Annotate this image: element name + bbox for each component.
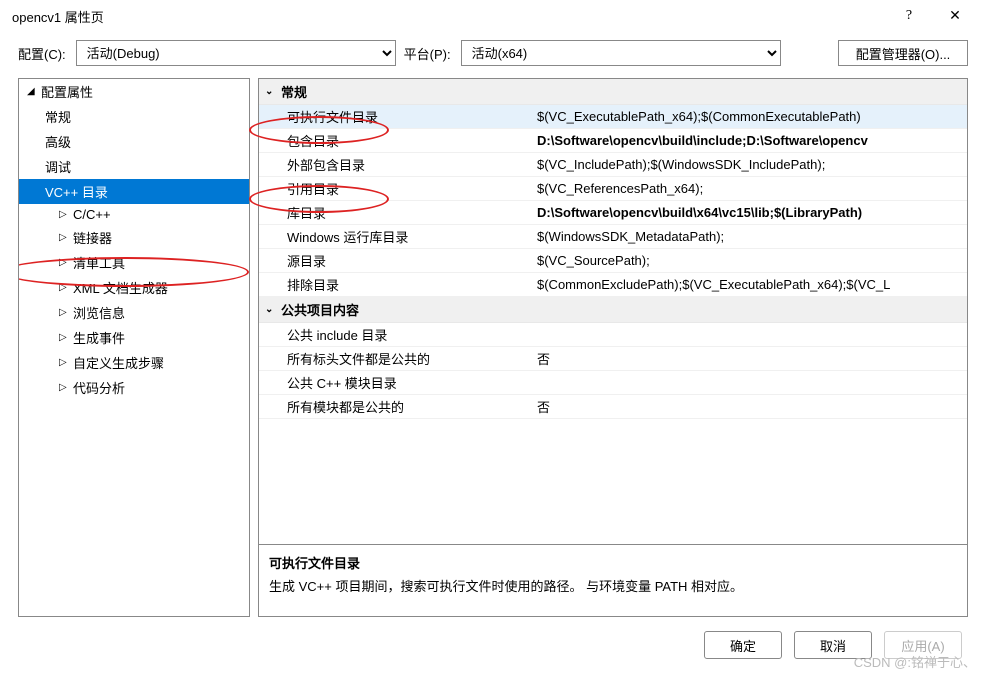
property-name: 源目录 — [287, 251, 537, 270]
property-group-header[interactable]: ⌄公共项目内容 — [259, 297, 967, 323]
property-grid: ⌄常规可执行文件目录$(VC_ExecutablePath_x64);$(Com… — [258, 78, 968, 617]
property-name: 可执行文件目录 — [287, 107, 537, 126]
dialog-buttons: 确定 取消 应用(A) — [0, 617, 986, 677]
tree-item-label: C/C++ — [73, 207, 111, 222]
property-group-header[interactable]: ⌄常规 — [259, 79, 967, 105]
property-name: 外部包含目录 — [287, 155, 537, 174]
tree-item-label: 自定义生成步骤 — [73, 353, 164, 372]
platform-select[interactable]: 活动(x64) — [461, 40, 781, 66]
tree-item[interactable]: ▷XML 文档生成器 — [19, 275, 249, 300]
tree-item-label: 生成事件 — [73, 328, 125, 347]
group-title: 常规 — [281, 82, 307, 101]
property-name: Windows 运行库目录 — [287, 227, 537, 246]
property-name: 所有模块都是公共的 — [287, 397, 537, 416]
tree-item-label: 浏览信息 — [73, 303, 125, 322]
close-button[interactable]: ✕ — [932, 8, 978, 25]
tree-item[interactable]: ▷自定义生成步骤 — [19, 350, 249, 375]
property-value[interactable]: 否 — [537, 349, 961, 368]
property-value[interactable]: D:\Software\opencv\build\include;D:\Soft… — [537, 133, 961, 148]
property-row[interactable]: 可执行文件目录$(VC_ExecutablePath_x64);$(Common… — [259, 105, 967, 129]
property-name: 引用目录 — [287, 179, 537, 198]
tree-item[interactable]: ▷浏览信息 — [19, 300, 249, 325]
tree-item[interactable]: ▷清单工具 — [19, 250, 249, 275]
property-value[interactable]: $(CommonExcludePath);$(VC_ExecutablePath… — [537, 277, 961, 292]
property-row[interactable]: 包含目录D:\Software\opencv\build\include;D:\… — [259, 129, 967, 153]
property-row[interactable]: 所有标头文件都是公共的否 — [259, 347, 967, 371]
tree-root[interactable]: ◢ 配置属性 — [19, 79, 249, 104]
expand-icon: ▷ — [59, 307, 73, 318]
expand-icon: ▷ — [59, 357, 73, 368]
property-value[interactable]: $(VC_ReferencesPath_x64); — [537, 181, 961, 196]
collapse-icon: ⌄ — [265, 86, 281, 97]
property-value[interactable]: 否 — [537, 397, 961, 416]
tree-item[interactable]: 调试 — [19, 154, 249, 179]
property-row[interactable]: 排除目录$(CommonExcludePath);$(VC_Executable… — [259, 273, 967, 297]
collapse-icon: ⌄ — [265, 304, 281, 315]
property-row[interactable]: 公共 include 目录 — [259, 323, 967, 347]
property-row[interactable]: 外部包含目录$(VC_IncludePath);$(WindowsSDK_Inc… — [259, 153, 967, 177]
property-row[interactable]: Windows 运行库目录$(WindowsSDK_MetadataPath); — [259, 225, 967, 249]
property-name: 公共 include 目录 — [287, 325, 537, 344]
ok-button[interactable]: 确定 — [704, 631, 782, 659]
property-value[interactable]: $(VC_ExecutablePath_x64);$(CommonExecuta… — [537, 109, 961, 124]
cancel-button[interactable]: 取消 — [794, 631, 872, 659]
description-panel: 可执行文件目录 生成 VC++ 项目期间，搜索可执行文件时使用的路径。 与环境变… — [259, 544, 967, 616]
tree-item-label: 高级 — [45, 132, 71, 151]
tree-item-label: 常规 — [45, 107, 71, 126]
toolbar: 配置(C): 活动(Debug) 平台(P): 活动(x64) 配置管理器(O)… — [0, 32, 986, 78]
collapse-icon: ◢ — [27, 86, 41, 97]
property-name: 所有标头文件都是公共的 — [287, 349, 537, 368]
property-row[interactable]: 库目录D:\Software\opencv\build\x64\vc15\lib… — [259, 201, 967, 225]
tree-item-label: 调试 — [45, 157, 71, 176]
tree-item[interactable]: 常规 — [19, 104, 249, 129]
expand-icon: ▷ — [59, 382, 73, 393]
property-name: 公共 C++ 模块目录 — [287, 373, 537, 392]
window-title: opencv1 属性页 — [8, 7, 886, 26]
property-value[interactable]: $(VC_IncludePath);$(WindowsSDK_IncludePa… — [537, 157, 961, 172]
property-value[interactable]: $(WindowsSDK_MetadataPath); — [537, 229, 961, 244]
config-tree[interactable]: ◢ 配置属性 常规高级调试VC++ 目录▷C/C++▷链接器▷清单工具▷XML … — [18, 78, 250, 617]
titlebar: opencv1 属性页 ? ✕ — [0, 0, 986, 32]
expand-icon: ▷ — [59, 232, 73, 243]
tree-item-label: 链接器 — [73, 228, 112, 247]
expand-icon: ▷ — [59, 257, 73, 268]
tree-item-label: XML 文档生成器 — [73, 278, 168, 297]
description-body: 生成 VC++ 项目期间，搜索可执行文件时使用的路径。 与环境变量 PATH 相… — [269, 576, 957, 595]
config-manager-button[interactable]: 配置管理器(O)... — [838, 40, 968, 66]
expand-icon: ▷ — [59, 282, 73, 293]
config-select[interactable]: 活动(Debug) — [76, 40, 396, 66]
property-value[interactable]: $(VC_SourcePath); — [537, 253, 961, 268]
expand-icon: ▷ — [59, 209, 73, 220]
expand-icon: ▷ — [59, 332, 73, 343]
property-name: 排除目录 — [287, 275, 537, 294]
tree-item[interactable]: ▷C/C++ — [19, 204, 249, 225]
tree-item[interactable]: ▷生成事件 — [19, 325, 249, 350]
property-name: 包含目录 — [287, 131, 537, 150]
property-row[interactable]: 公共 C++ 模块目录 — [259, 371, 967, 395]
tree-item-label: VC++ 目录 — [45, 182, 108, 201]
tree-item[interactable]: ▷代码分析 — [19, 375, 249, 400]
property-row[interactable]: 所有模块都是公共的否 — [259, 395, 967, 419]
tree-item-label: 清单工具 — [73, 253, 125, 272]
help-button[interactable]: ? — [886, 8, 932, 24]
property-row[interactable]: 引用目录$(VC_ReferencesPath_x64); — [259, 177, 967, 201]
tree-item-label: 代码分析 — [73, 378, 125, 397]
apply-button: 应用(A) — [884, 631, 962, 659]
property-value[interactable]: D:\Software\opencv\build\x64\vc15\lib;$(… — [537, 205, 961, 220]
tree-item[interactable]: VC++ 目录 — [19, 179, 249, 204]
tree-item[interactable]: ▷链接器 — [19, 225, 249, 250]
property-row[interactable]: 源目录$(VC_SourcePath); — [259, 249, 967, 273]
config-label: 配置(C): — [18, 44, 66, 63]
group-title: 公共项目内容 — [281, 300, 359, 319]
property-name: 库目录 — [287, 203, 537, 222]
description-title: 可执行文件目录 — [269, 553, 957, 572]
tree-item[interactable]: 高级 — [19, 129, 249, 154]
platform-label: 平台(P): — [404, 44, 451, 63]
